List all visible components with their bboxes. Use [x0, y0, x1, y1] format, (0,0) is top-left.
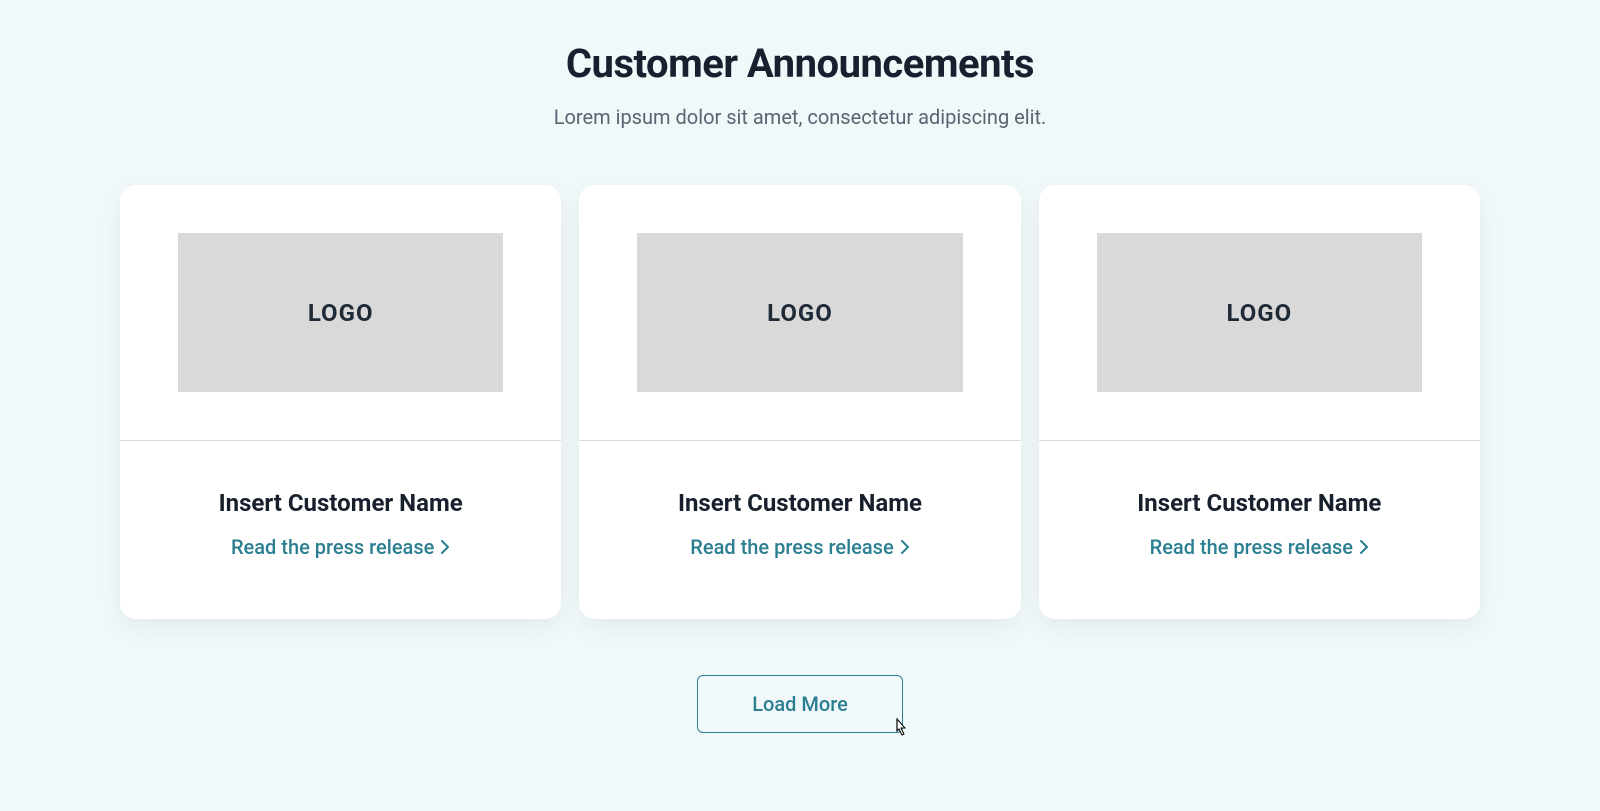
- card-body: Insert Customer Name Read the press rele…: [1039, 441, 1480, 619]
- logo-area: LOGO: [120, 185, 561, 441]
- logo-area: LOGO: [1039, 185, 1480, 441]
- press-release-link[interactable]: Read the press release: [1150, 535, 1369, 559]
- card-body: Insert Customer Name Read the press rele…: [120, 441, 561, 619]
- press-release-link-label: Read the press release: [1150, 535, 1353, 559]
- customer-name: Insert Customer Name: [599, 489, 1000, 517]
- card-body: Insert Customer Name Read the press rele…: [579, 441, 1020, 619]
- customer-name: Insert Customer Name: [1059, 489, 1460, 517]
- announcements-section: Customer Announcements Lorem ipsum dolor…: [0, 0, 1600, 793]
- customer-card: LOGO Insert Customer Name Read the press…: [120, 185, 561, 619]
- section-subtitle: Lorem ipsum dolor sit amet, consectetur …: [120, 105, 1480, 129]
- press-release-link-label: Read the press release: [690, 535, 893, 559]
- press-release-link[interactable]: Read the press release: [231, 535, 450, 559]
- press-release-link-label: Read the press release: [231, 535, 434, 559]
- load-more-button[interactable]: Load More: [697, 675, 903, 733]
- chevron-right-icon: [440, 540, 450, 554]
- chevron-right-icon: [1359, 540, 1369, 554]
- logo-area: LOGO: [579, 185, 1020, 441]
- customer-card: LOGO Insert Customer Name Read the press…: [1039, 185, 1480, 619]
- customer-card: LOGO Insert Customer Name Read the press…: [579, 185, 1020, 619]
- chevron-right-icon: [900, 540, 910, 554]
- cards-row: LOGO Insert Customer Name Read the press…: [120, 185, 1480, 619]
- logo-placeholder: LOGO: [637, 233, 962, 392]
- customer-name: Insert Customer Name: [140, 489, 541, 517]
- section-title: Customer Announcements: [120, 40, 1480, 87]
- load-more-row: Load More: [120, 675, 1480, 733]
- logo-placeholder: LOGO: [1097, 233, 1422, 392]
- logo-placeholder: LOGO: [178, 233, 503, 392]
- press-release-link[interactable]: Read the press release: [690, 535, 909, 559]
